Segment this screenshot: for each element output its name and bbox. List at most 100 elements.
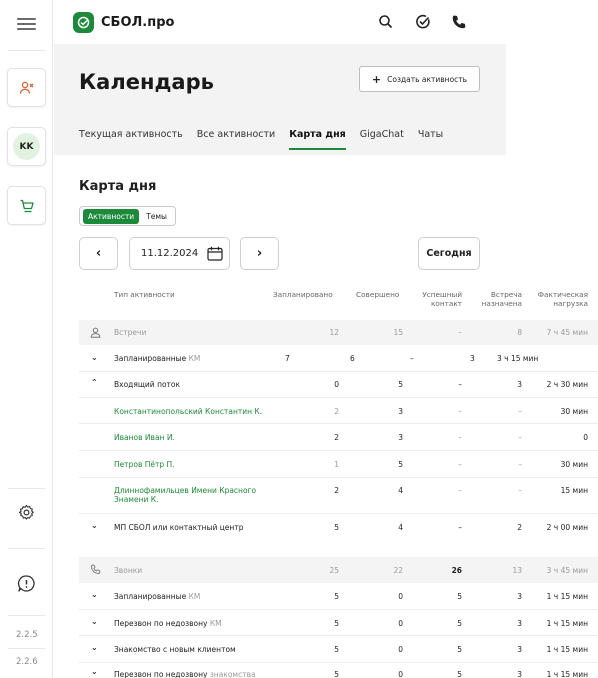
chevron-up-icon[interactable]: ⌃ xyxy=(91,378,98,387)
cell-planned: 7 xyxy=(285,354,290,363)
col-success: Успешный контакт xyxy=(412,290,462,308)
cell-load: 2 ч 30 мин xyxy=(546,380,588,389)
chevron-down-icon[interactable]: ⌄ xyxy=(91,353,98,362)
tab-all-activities[interactable]: Все активности xyxy=(197,129,275,150)
sbol-logo[interactable] xyxy=(73,12,94,33)
check-circle-icon[interactable] xyxy=(414,13,432,31)
brand-name: СБОЛ.про xyxy=(101,15,175,30)
toggle-activities[interactable]: Активности xyxy=(83,208,140,224)
table-row-group[interactable]: Встречи 12 15 – 8 7 ч 45 мин xyxy=(79,320,598,345)
rail-clients-button[interactable] xyxy=(7,68,46,107)
cell-done: 6 xyxy=(350,354,355,363)
row-name-text: Перезвон по недозвону xyxy=(114,670,208,678)
chevron-down-icon[interactable]: ⌄ xyxy=(91,590,98,599)
toggle-topics[interactable]: Темы xyxy=(141,209,172,224)
create-activity-button[interactable]: + Создать активность xyxy=(359,66,480,92)
cell-success: – xyxy=(458,523,462,532)
km-tag: КМ xyxy=(188,354,201,363)
tab-current-activity[interactable]: Текущая активность xyxy=(79,129,183,150)
next-day-button[interactable]: › xyxy=(240,237,279,270)
table-row[interactable]: ⌄ Запланированные КМ 5 0 5 3 1 ч 15 мин xyxy=(79,583,598,610)
tab-chats[interactable]: Чаты xyxy=(418,129,443,150)
alert-icon[interactable] xyxy=(17,574,36,593)
handset-icon xyxy=(90,564,101,574)
row-name-text: Запланированные xyxy=(114,592,187,601)
cell-load: 1 ч 15 мин xyxy=(546,645,588,654)
tab-gigachat[interactable]: GigaChat xyxy=(360,129,404,150)
cell-planned: 5 xyxy=(334,619,339,628)
settings-icon[interactable] xyxy=(18,504,35,521)
row-name: Перезвон по недозвону КМ xyxy=(114,619,284,628)
date-value: 11.12.2024 xyxy=(141,248,199,259)
cell-meeting: 2 xyxy=(517,523,522,532)
client-name-line2: Знамени К. xyxy=(114,495,159,504)
table-row[interactable]: Константинопольский Константин К. 2 3 – … xyxy=(79,398,598,424)
cell-done: 22 xyxy=(393,566,403,575)
avatar: KK xyxy=(13,133,40,160)
cart-icon xyxy=(20,199,34,212)
phone-icon[interactable] xyxy=(450,13,468,31)
today-button[interactable]: Сегодня xyxy=(418,237,480,270)
table-row-group[interactable]: Звонки 25 22 26 13 3 ч 45 мин xyxy=(79,557,598,583)
table-row[interactable]: ⌄ Перезвон по недозвону знакомства 5 0 5… xyxy=(79,663,598,678)
table-row[interactable]: ⌃ Входящий поток 0 5 – 3 2 ч 30 мин xyxy=(79,372,598,398)
client-link[interactable]: Константинопольский Константин К. xyxy=(114,407,304,416)
col-type: Тип активности xyxy=(114,290,175,299)
menu-icon[interactable] xyxy=(17,18,36,33)
rail-profile-button[interactable]: KK xyxy=(7,127,46,166)
client-name-line1: Длиннофамильцев Имени Красного xyxy=(114,486,257,495)
prev-day-button[interactable]: ‹ xyxy=(79,237,118,270)
cell-success: – xyxy=(410,354,414,363)
client-link[interactable]: Иванов Иван И. xyxy=(114,433,284,442)
col-load-line2: нагрузка xyxy=(553,299,588,308)
chevron-down-icon[interactable]: ⌄ xyxy=(91,667,98,676)
col-load-line1: Фактическая xyxy=(537,290,588,299)
cell-done: 3 xyxy=(398,407,403,416)
cell-done: 5 xyxy=(398,460,403,469)
row-name: Перезвон по недозвону знакомства xyxy=(114,670,304,678)
cell-planned: 5 xyxy=(334,670,339,678)
table-row[interactable]: Петров Пётр П. 1 5 – – 30 мин xyxy=(79,451,598,478)
table-row[interactable]: ⌄ Запланированные КМ 7 6 – 3 3 ч 15 мин xyxy=(79,345,598,372)
cell-planned: 0 xyxy=(334,380,339,389)
cell-success: – xyxy=(458,460,462,469)
km-tag: знакомства xyxy=(209,670,256,678)
person-x-icon xyxy=(19,81,33,94)
col-planned: Запланировано xyxy=(273,290,333,299)
page-title: Календарь xyxy=(79,70,214,94)
cell-done: 4 xyxy=(398,486,403,495)
cell-success: 5 xyxy=(457,592,462,601)
cell-success: – xyxy=(458,328,462,337)
table-row[interactable]: ⌄ МП СБОЛ или контактный центр 5 4 – 2 2… xyxy=(79,514,598,540)
table-row[interactable]: ⌄ Знакомство с новым клиентом 5 0 5 3 1 … xyxy=(79,636,598,663)
cell-planned: 12 xyxy=(329,328,339,337)
cell-success: – xyxy=(458,486,462,495)
cell-success: – xyxy=(458,380,462,389)
col-meeting-line2: назначена xyxy=(481,299,522,308)
cell-load: 30 мин xyxy=(560,407,588,416)
col-load: Фактическая нагрузка xyxy=(532,290,588,308)
table-row[interactable]: Иванов Иван И. 2 3 – – 0 xyxy=(79,424,598,451)
rail-divider xyxy=(8,488,45,489)
plus-icon: + xyxy=(371,72,382,86)
rail-divider xyxy=(8,50,45,51)
table-row[interactable]: ⌄ Перезвон по недозвону КМ 5 0 5 3 1 ч 1… xyxy=(79,610,598,636)
cell-meeting: 3 xyxy=(517,670,522,678)
search-icon[interactable] xyxy=(377,13,395,31)
row-name: МП СБОЛ или контактный центр xyxy=(114,523,244,532)
cell-load: 2 ч 00 мин xyxy=(546,523,588,532)
cell-meeting: – xyxy=(518,433,522,442)
cell-load: 15 мин xyxy=(560,486,588,495)
chevron-down-icon[interactable]: ⌄ xyxy=(91,521,98,530)
calendar-icon[interactable] xyxy=(207,246,223,261)
client-link[interactable]: Петров Пётр П. xyxy=(114,460,284,469)
rail-products-button[interactable] xyxy=(7,186,46,225)
chevron-down-icon[interactable]: ⌄ xyxy=(91,643,98,652)
chevron-down-icon[interactable]: ⌄ xyxy=(91,617,98,626)
client-link[interactable]: Длиннофамильцев Имени Красного Знамени К… xyxy=(114,486,289,504)
chevron-right-icon: › xyxy=(256,246,263,261)
cell-load: 1 ч 15 мин xyxy=(546,592,588,601)
tab-day-map[interactable]: Карта дня xyxy=(289,129,346,150)
date-field[interactable]: 11.12.2024 xyxy=(129,237,230,270)
table-row[interactable]: Длиннофамильцев Имени Красного Знамени К… xyxy=(79,478,598,514)
